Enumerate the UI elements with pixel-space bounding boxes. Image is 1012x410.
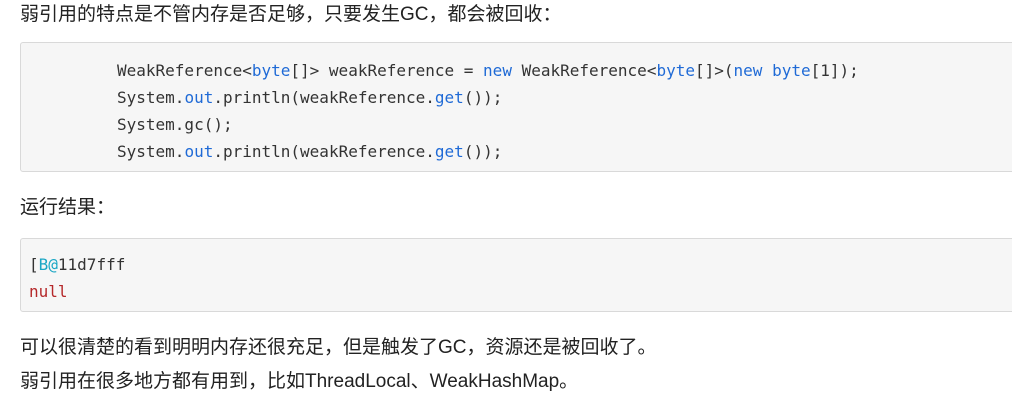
intro-paragraph: 弱引用的特点是不管内存是否足够，只要发生GC，都会被回收： <box>20 4 562 25</box>
output-token: 11d7fff <box>57 255 126 274</box>
code-keyword: byte <box>656 61 695 80</box>
code-line-1: WeakReference<byte[]> weakReference = ne… <box>117 57 1012 84</box>
code-token: .println(weakReference. <box>213 142 435 161</box>
output-block: [B@11d7fff null <box>20 238 1012 312</box>
code-block: WeakReference<byte[]> weakReference = ne… <box>20 42 1012 172</box>
code-token: ()); <box>463 142 503 161</box>
code-token: [1]); <box>810 61 859 80</box>
output-line-2: null <box>29 282 68 301</box>
code-keyword: new <box>483 61 512 80</box>
code-token: WeakReference< <box>117 61 252 80</box>
code-keyword: out <box>184 142 214 161</box>
result-label: 运行结果： <box>20 197 116 218</box>
code-keyword: get <box>434 88 464 107</box>
code-line-2: System.out.println(weakReference.get()); <box>117 84 1012 111</box>
code-token: .println(weakReference. <box>213 88 435 107</box>
code-token: []>( <box>694 61 734 80</box>
output-token: [ <box>29 255 39 274</box>
code-line-3: System.gc(); <box>117 111 1012 138</box>
code-keyword: out <box>184 88 214 107</box>
code-token: System. <box>117 88 185 107</box>
usage-paragraph: 弱引用在很多地方都有用到，比如ThreadLocal、WeakHashMap。 <box>20 371 579 392</box>
code-token: System. <box>117 142 185 161</box>
output-line-1: [B@11d7fff <box>29 251 1012 278</box>
code-keyword: new <box>733 61 763 80</box>
output-type-token: B@ <box>38 255 58 274</box>
conclusion-paragraph: 可以很清楚的看到明明内存还很充足，但是触发了GC，资源还是被回收了。 <box>20 337 657 358</box>
code-token: System.gc(); <box>117 115 233 134</box>
code-token: WeakReference< <box>511 61 657 80</box>
code-keyword: get <box>434 142 464 161</box>
code-token: []> weakReference = <box>290 61 484 80</box>
code-line-4: System.out.println(weakReference.get()); <box>117 138 1012 165</box>
code-keyword: byte <box>772 61 811 80</box>
code-keyword: byte <box>251 61 291 80</box>
code-token: ()); <box>463 88 503 107</box>
